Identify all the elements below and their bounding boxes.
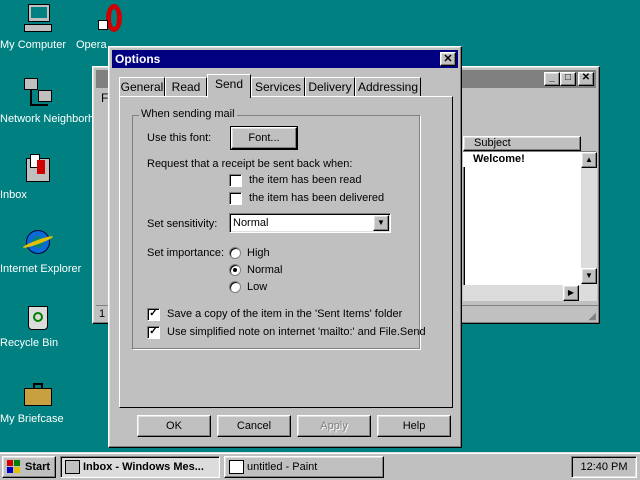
receipt-delivered-label[interactable]: the item has been delivered [249, 192, 384, 204]
resize-grip-icon[interactable]: ◢ [588, 311, 596, 322]
dropdown-arrow-icon[interactable]: ▼ [373, 215, 389, 231]
desktop-icon-internet-explorer[interactable]: Internet Explorer [0, 228, 81, 275]
receipt-delivered-checkbox[interactable] [229, 192, 242, 205]
close-button[interactable]: ✕ [578, 72, 594, 86]
receipt-read-checkbox[interactable] [229, 174, 242, 187]
clock[interactable]: 12:40 PM [571, 456, 637, 478]
importance-high-radio[interactable] [229, 247, 241, 259]
start-label: Start [25, 461, 51, 473]
dialog-title: Options [115, 52, 161, 66]
apply-button[interactable]: Apply [297, 415, 371, 437]
scroll-right-button[interactable]: ▶ [563, 285, 579, 301]
desktop-icon-briefcase[interactable]: My Briefcase [0, 378, 76, 425]
inbox-icon [22, 154, 54, 186]
when-sending-group: When sending mail Use this font: Font...… [132, 108, 426, 349]
desktop-icon-label: Opera [76, 39, 107, 51]
task-inbox[interactable]: Inbox - Windows Mes... [60, 456, 220, 478]
taskbar: Start Inbox - Windows Mes... untitled - … [0, 452, 640, 480]
desktop-icon-label: Recycle Bin [0, 337, 59, 349]
message-list[interactable] [463, 151, 597, 301]
font-label: Use this font: [147, 132, 212, 144]
column-header-subject[interactable]: Subject [463, 136, 581, 151]
horizontal-scrollbar[interactable]: ▶ [463, 285, 597, 301]
sensitivity-select[interactable]: Normal ▼ [229, 213, 391, 233]
font-button[interactable]: Font... [230, 126, 298, 150]
send-tab-page: When sending mail Use this font: Font...… [119, 96, 453, 408]
receipt-read-label[interactable]: the item has been read [249, 174, 362, 186]
sensitivity-label: Set sensitivity: [147, 218, 218, 230]
internet-explorer-icon [22, 228, 54, 260]
importance-low-label[interactable]: Low [247, 281, 267, 293]
desktop-icon-inbox[interactable]: Inbox [0, 154, 76, 201]
network-neighborhood-icon [22, 78, 54, 110]
tab-send[interactable]: Send [207, 74, 251, 98]
opera-icon: ↗ [96, 4, 128, 36]
task-label: untitled - Paint [247, 461, 318, 473]
vertical-scrollbar[interactable]: ▲ ▼ [581, 152, 597, 300]
group-title: When sending mail [139, 108, 237, 120]
desktop-icon-my-computer[interactable]: My Computer [0, 4, 76, 51]
task-paint[interactable]: untitled - Paint [224, 456, 384, 478]
desktop-icon-label: Internet Explorer [0, 263, 82, 275]
simplified-note-checkbox[interactable]: ✓ [147, 326, 160, 339]
status-count: 1 [99, 308, 106, 320]
cancel-button[interactable]: Cancel [217, 415, 291, 437]
briefcase-icon [22, 378, 54, 410]
windows-logo-icon [7, 460, 22, 474]
inbox-icon [65, 460, 80, 474]
recycle-bin-icon [22, 302, 54, 334]
ok-button[interactable]: OK [137, 415, 211, 437]
tab-general[interactable]: General [119, 77, 165, 97]
start-button[interactable]: Start [2, 456, 56, 478]
importance-normal-radio[interactable] [229, 264, 241, 276]
dialog-close-button[interactable]: ✕ [440, 52, 456, 66]
desktop-icon-label: My Computer [0, 39, 67, 51]
maximize-button[interactable]: □ [560, 72, 576, 86]
minimize-button[interactable]: _ [544, 72, 560, 86]
scroll-up-button[interactable]: ▲ [581, 152, 597, 168]
desktop-icon-label: My Briefcase [0, 413, 64, 425]
importance-high-label[interactable]: High [247, 247, 270, 259]
importance-label: Set importance: [147, 247, 225, 259]
desktop-icon-label: Inbox [0, 189, 27, 201]
save-copy-checkbox[interactable]: ✓ [147, 308, 160, 321]
desktop-icon-recycle-bin[interactable]: Recycle Bin [0, 302, 76, 349]
tab-addressing[interactable]: Addressing [355, 77, 421, 97]
message-row[interactable]: Welcome! [463, 152, 581, 167]
save-copy-label[interactable]: Save a copy of the item in the 'Sent Ite… [167, 308, 402, 320]
importance-normal-label[interactable]: Normal [247, 264, 282, 276]
sensitivity-value: Normal [233, 217, 269, 229]
simplified-note-label[interactable]: Use simplified note on internet 'mailto:… [167, 326, 426, 338]
task-label: Inbox - Windows Mes... [83, 461, 204, 473]
options-dialog[interactable]: Options ✕ General Read Send Services Del… [108, 46, 462, 448]
receipt-label: Request that a receipt be sent back when… [147, 158, 353, 170]
importance-low-radio[interactable] [229, 281, 241, 293]
paint-icon [229, 460, 244, 474]
tab-services[interactable]: Services [251, 77, 305, 97]
dialog-titlebar[interactable]: Options ✕ [112, 50, 458, 68]
tab-read[interactable]: Read [165, 77, 207, 97]
help-button[interactable]: Help [377, 415, 451, 437]
tab-delivery[interactable]: Delivery [305, 77, 355, 97]
desktop-icon-network[interactable]: Network Neighborhood [0, 78, 113, 125]
my-computer-icon [22, 4, 54, 36]
scroll-down-button[interactable]: ▼ [581, 268, 597, 284]
desktop-icon-opera[interactable]: ↗ Opera [76, 4, 148, 51]
